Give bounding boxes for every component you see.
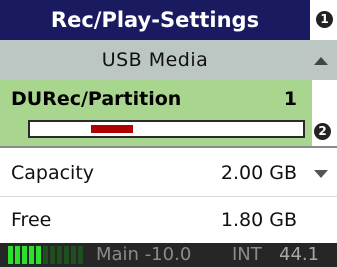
- level-meter-icon: [8, 246, 86, 264]
- meter-segment: [57, 246, 62, 264]
- rec-play-settings-screen: Rec/Play-Settings 1 USB Media DURec/Part…: [0, 0, 337, 267]
- title-side-area: 1: [310, 0, 337, 40]
- down-arrow-icon[interactable]: [314, 170, 328, 178]
- partition-value: 1: [283, 88, 297, 110]
- free-row: Free 1.80 GB: [0, 197, 337, 243]
- free-value: 1.80 GB: [220, 209, 297, 231]
- page-title: Rec/Play-Settings: [50, 8, 260, 32]
- title-bar: Rec/Play-Settings: [0, 0, 310, 40]
- encoder-2-badge: 2: [314, 123, 331, 140]
- meter-segment: [43, 246, 48, 264]
- source-selector[interactable]: USB Media: [0, 40, 337, 80]
- encoder-1-badge: 1: [316, 11, 333, 28]
- meter-segment: [64, 246, 69, 264]
- main-level-label: Main -10.0: [96, 244, 192, 265]
- meter-segment: [71, 246, 76, 264]
- capacity-value: 2.00 GB: [220, 162, 297, 184]
- meter-segment: [22, 246, 27, 264]
- sample-rate-label: 44.1: [279, 244, 320, 265]
- capacity-row[interactable]: Capacity 2.00 GB: [0, 150, 337, 196]
- free-label: Free: [11, 209, 52, 231]
- meter-segment: [36, 246, 41, 264]
- partition-selector[interactable]: DURec/Partition 1 2: [0, 80, 337, 148]
- partition-side-area: 2: [312, 80, 337, 146]
- meter-segment: [15, 246, 20, 264]
- partition-slider[interactable]: [28, 120, 305, 138]
- source-label: USB Media: [101, 49, 209, 71]
- meter-segment: [8, 246, 13, 264]
- meter-segment: [78, 246, 83, 264]
- partition-label: DURec/Partition: [11, 88, 182, 110]
- capacity-label: Capacity: [11, 162, 95, 184]
- slider-marker[interactable]: [91, 125, 133, 133]
- input-source-label: INT: [232, 244, 262, 265]
- meter-segment: [50, 246, 55, 264]
- status-bar: Main -10.0 INT 44.1: [0, 243, 337, 267]
- up-arrow-icon[interactable]: [314, 57, 328, 65]
- meter-segment: [29, 246, 34, 264]
